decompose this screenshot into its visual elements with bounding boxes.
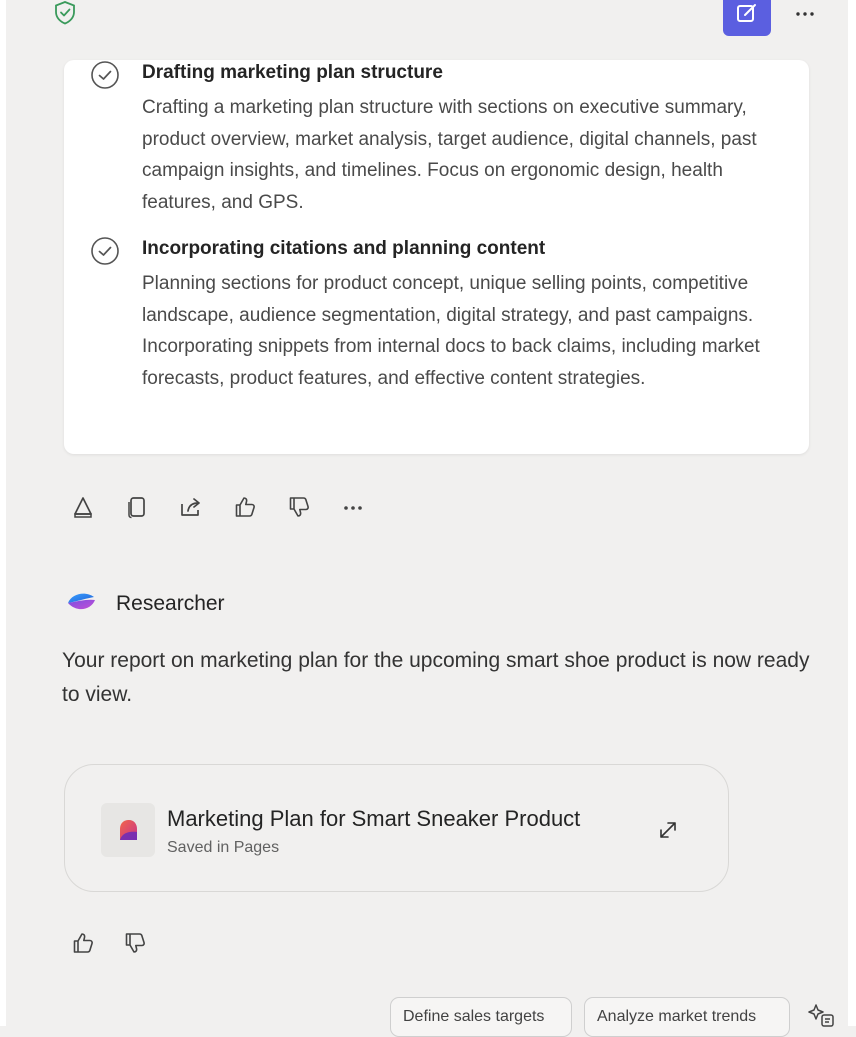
shield-check-icon xyxy=(52,0,78,26)
check-circle-icon xyxy=(90,60,120,90)
thumbs-up-icon[interactable] xyxy=(228,490,262,524)
agent-name: Researcher xyxy=(116,592,225,615)
researcher-logo-icon xyxy=(64,588,100,618)
document-location: Saved in Pages xyxy=(167,839,280,856)
step-title: Incorporating citations and planning con… xyxy=(142,238,546,259)
pages-icon[interactable] xyxy=(66,490,100,524)
new-chat-button[interactable] xyxy=(723,0,771,36)
reasoning-steps-card: Drafting marketing plan structure Crafti… xyxy=(64,60,809,454)
right-edge xyxy=(848,0,856,1026)
thumbs-up-icon[interactable] xyxy=(66,926,100,960)
prompt-sparkle-icon[interactable] xyxy=(806,1002,836,1028)
left-edge xyxy=(0,0,6,1026)
compose-icon xyxy=(734,0,760,31)
step-body: Crafting a marketing plan structure with… xyxy=(142,97,757,213)
pages-app-icon xyxy=(101,803,155,857)
suggestion-chip[interactable]: Analyze market trends xyxy=(584,997,790,1037)
thumbs-down-icon[interactable] xyxy=(282,490,316,524)
more-horizontal-icon[interactable] xyxy=(336,490,370,524)
copy-icon[interactable] xyxy=(120,490,154,524)
step-title: Drafting marketing plan structure xyxy=(142,62,443,83)
thumbs-down-icon[interactable] xyxy=(118,926,152,960)
pages-document-card[interactable]: Marketing Plan for Smart Sneaker Product… xyxy=(64,764,729,892)
share-icon[interactable] xyxy=(174,490,208,524)
more-options-button[interactable] xyxy=(790,2,820,24)
suggestion-chip[interactable]: Define sales targets xyxy=(390,997,572,1037)
document-title: Marketing Plan for Smart Sneaker Product xyxy=(167,806,581,831)
agent-message: Your report on marketing plan for the up… xyxy=(62,649,810,706)
check-circle-icon xyxy=(90,236,120,266)
step-body: Planning sections for product concept, u… xyxy=(142,273,760,389)
expand-icon[interactable] xyxy=(655,817,681,843)
